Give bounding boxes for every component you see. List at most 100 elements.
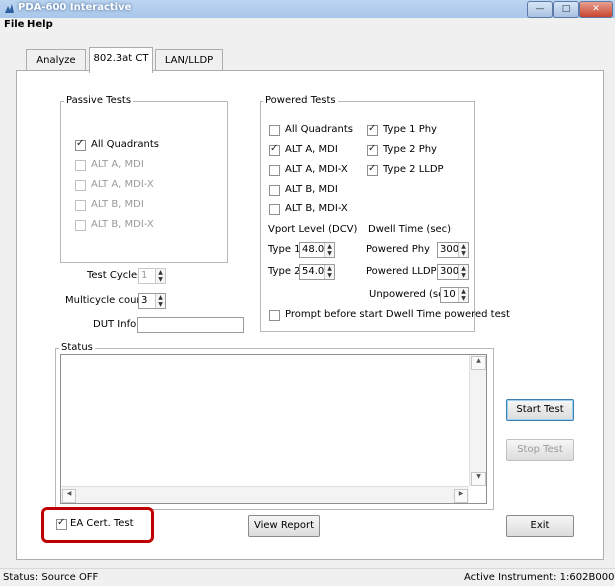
arrow-down-icon: ▼ [158,301,163,308]
powered-lldp-arrows[interactable]: ▲ ▼ [458,265,468,279]
type1-vport-value: 48.0 [302,244,325,255]
scroll-up-icon[interactable]: ▲ [471,356,486,370]
type2-phy-checkbox[interactable] [367,143,378,156]
prompt-dwell-label: Prompt before start Dwell Time powered t… [285,309,510,320]
type1-vport-label: Type 1 [268,244,301,255]
scroll-left-icon[interactable]: ◀ [62,489,76,503]
powered-phy-label: Powered Phy [366,244,430,255]
type2-lldp-checkbox[interactable] [367,163,378,176]
close-button[interactable]: ✕ [579,1,613,18]
status-title: Status [59,342,95,353]
powered-alt-a-mdi-label: ALT A, MDI [285,144,338,155]
arrow-up-icon: ▲ [158,269,163,276]
prompt-dwell-checkbox[interactable] [269,310,280,321]
arrow-up-icon: ▲ [158,294,163,301]
powered-alt-b-mdi-label: ALT B, MDI [285,184,338,195]
type2-lldp-label: Type 2 LLDP [383,164,444,175]
powered-all-quadrants-checkbox[interactable] [269,125,280,136]
type1-phy-checkbox[interactable] [367,123,378,136]
status-textarea[interactable]: ▲ ▼ ◀ ▶ [60,354,487,504]
menu-help[interactable]: Help [27,19,53,30]
type1-phy-label: Type 1 Phy [383,124,437,135]
multicycle-count-arrows[interactable]: ▲ ▼ [155,294,165,308]
arrow-up-icon: ▲ [327,265,332,272]
powered-phy-value: 300 [440,244,460,255]
passive-alt-b-mdix-checkbox[interactable] [75,220,86,231]
status-bar-instrument: Active Instrument: 1:602B0002 [464,572,615,583]
ea-cert-test-label: EA Cert. Test [70,518,134,529]
powered-phy-spinner[interactable]: 300 ▲ ▼ [437,242,469,258]
passive-alt-a-mdi-label: ALT A, MDI [91,159,144,170]
powered-all-quadrants-label: All Quadrants [285,124,353,135]
powered-alt-a-mdix-label: ALT A, MDI-X [285,164,348,175]
powered-alt-a-mdi-checkbox[interactable] [269,143,280,156]
passive-tests-title: Passive Tests [64,95,134,106]
status-bar-source: Status: Source OFF [3,572,99,583]
ea-cert-test-checkbox[interactable] [56,517,67,530]
arrow-down-icon: ▼ [158,276,163,283]
menu-file[interactable]: File [4,19,24,30]
passive-alt-a-mdix-label: ALT A, MDI-X [91,179,154,190]
window-title: PDA-600 Interactive [18,2,132,13]
tab-analyze[interactable]: Analyze [26,49,86,72]
multicycle-count-label: Multicycle count [65,295,147,306]
scroll-right-icon[interactable]: ▶ [454,489,468,503]
powered-phy-arrows[interactable]: ▲ ▼ [458,243,468,257]
menu-bar: File Help [0,18,615,32]
unpowered-arrows[interactable]: ▲ ▼ [458,288,468,302]
test-cycles-label: Test Cycles [87,270,143,281]
arrow-down-icon: ▼ [327,272,332,279]
powered-alt-a-mdix-checkbox[interactable] [269,165,280,176]
app-icon [5,4,14,13]
arrow-up-icon: ▲ [461,288,466,295]
tab-lan-lldp[interactable]: LAN/LLDP [155,49,223,72]
test-cycles-arrows[interactable]: ▲ ▼ [155,269,165,283]
type1-vport-arrows[interactable]: ▲ ▼ [324,243,334,257]
arrow-down-icon: ▼ [461,295,466,302]
multicycle-count-spinner[interactable]: 3 ▲ ▼ [138,293,166,309]
powered-alt-b-mdix-checkbox[interactable] [269,204,280,215]
unpowered-spinner[interactable]: 10 ▲ ▼ [440,287,469,303]
powered-tests-title: Powered Tests [263,95,338,106]
status-horizontal-scrollbar[interactable]: ◀ ▶ [61,486,469,503]
maximize-icon: □ [561,4,571,14]
start-test-button[interactable]: Start Test [506,399,574,421]
dwell-time-label: Dwell Time (sec) [368,224,452,235]
passive-all-quadrants-checkbox[interactable] [75,138,86,151]
powered-alt-b-mdix-label: ALT B, MDI-X [285,203,348,214]
powered-alt-b-mdi-checkbox[interactable] [269,185,280,196]
arrow-down-icon: ▼ [327,250,332,257]
tab-802-3at-ct[interactable]: 802.3at CT [89,47,153,73]
arrow-up-icon: ▲ [461,243,466,250]
dut-info-input[interactable] [137,317,244,333]
close-icon: ✕ [592,4,600,14]
type1-vport-spinner[interactable]: 48.0 ▲ ▼ [299,242,335,258]
powered-lldp-value: 300 [440,266,460,277]
minimize-button[interactable]: — [527,1,553,18]
test-cycles-spinner[interactable]: 1 ▲ ▼ [138,268,166,284]
scroll-down-icon[interactable]: ▼ [471,472,486,486]
passive-alt-a-mdix-checkbox[interactable] [75,180,86,191]
type2-vport-value: 54.0 [302,266,325,277]
exit-button[interactable]: Exit [506,515,574,537]
maximize-button[interactable]: □ [553,1,579,18]
view-report-button[interactable]: View Report [248,515,320,537]
passive-alt-b-mdi-label: ALT B, MDI [91,199,144,210]
passive-alt-a-mdi-checkbox[interactable] [75,160,86,171]
status-vertical-scrollbar[interactable]: ▲ ▼ [469,355,486,486]
arrow-up-icon: ▲ [461,265,466,272]
powered-lldp-label: Powered LLDP [366,266,437,277]
type2-vport-arrows[interactable]: ▲ ▼ [324,265,334,279]
title-bar: PDA-600 Interactive — □ ✕ [0,0,615,19]
stop-test-button[interactable]: Stop Test [506,439,574,461]
powered-lldp-spinner[interactable]: 300 ▲ ▼ [437,264,469,280]
vport-level-label: Vport Level (DCV) [268,224,358,235]
multicycle-count-value: 3 [141,295,148,306]
arrow-down-icon: ▼ [461,250,466,257]
status-bar: Status: Source OFF Active Instrument: 1:… [0,568,615,586]
type2-vport-spinner[interactable]: 54.0 ▲ ▼ [299,264,335,280]
type2-phy-label: Type 2 Phy [383,144,437,155]
unpowered-value: 10 [443,289,456,300]
test-cycles-value: 1 [141,270,148,281]
passive-alt-b-mdi-checkbox[interactable] [75,200,86,211]
